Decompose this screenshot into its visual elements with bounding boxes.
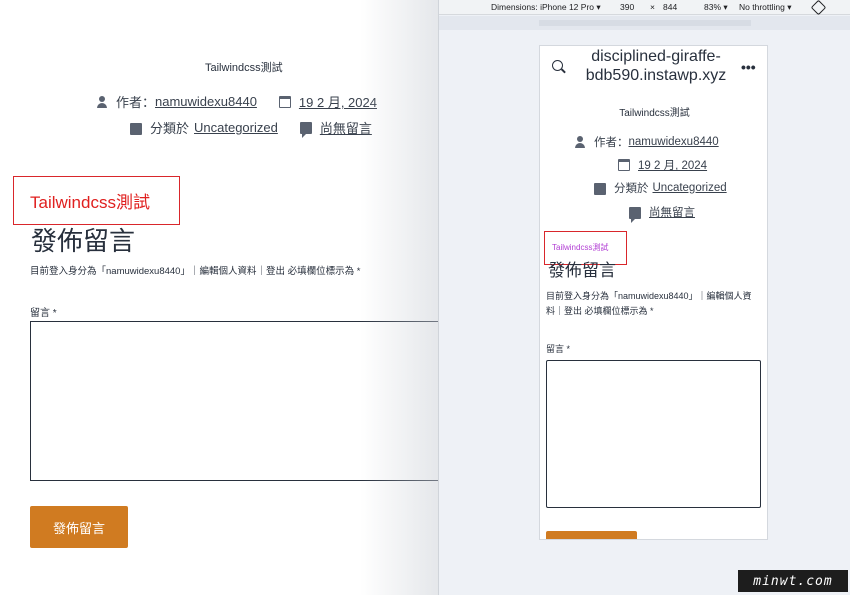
annotation-callout: Tailwindcss測試 — [13, 176, 180, 225]
device-toolbar: Dimensions: iPhone 12 Pro ▾ 390 × 844 83… — [439, 0, 850, 16]
calendar-icon — [278, 95, 291, 108]
media-query-ruler[interactable] — [439, 16, 850, 30]
device-height-input[interactable]: 844 — [663, 2, 677, 12]
mobile-submit-button[interactable] — [546, 531, 637, 539]
annotation-callout-label: Tailwindcss測試 — [552, 243, 609, 252]
mobile-viewport: disciplined-giraffe-bdb590.instawp.xyz •… — [539, 45, 768, 540]
site-title[interactable]: Tailwindcss測試 — [205, 59, 283, 75]
folder-icon — [594, 183, 606, 195]
category-prefix: 分類於 — [614, 183, 649, 195]
mobile-reply-heading: 發佈留言 — [548, 261, 616, 280]
category-link[interactable]: Uncategorized — [194, 120, 278, 135]
comment-icon — [299, 122, 312, 138]
person-icon — [574, 136, 586, 148]
author-link[interactable]: namuwidexu8440 — [629, 136, 719, 148]
mobile-site-title[interactable]: Tailwindcss測試 — [540, 104, 767, 119]
device-select[interactable]: Dimensions: iPhone 12 Pro ▾ — [491, 2, 601, 13]
comment-icon — [629, 206, 641, 223]
person-icon — [96, 95, 108, 108]
panel-shadow — [360, 0, 450, 595]
mobile-post-date: 19 2 月, 2024 — [618, 157, 707, 173]
mobile-post-comments: 尚無留言 — [629, 204, 695, 223]
site-domain-title[interactable]: disciplined-giraffe-bdb590.instawp.xyz — [576, 47, 736, 85]
mobile-post-author: 作者： namuwidexu8440 — [574, 134, 719, 150]
comments-link[interactable]: 尚無留言 — [649, 204, 695, 220]
mobile-logged-in-notice: 目前登入身分為「namuwidexu8440」｜編輯個人資料｜登出 必填欄位標示… — [546, 291, 752, 316]
device-width-input[interactable]: 390 — [620, 2, 634, 12]
post-date-link[interactable]: 19 2 月, 2024 — [638, 157, 707, 173]
mobile-post-category: 分類於 Uncategorized — [594, 180, 727, 196]
screenshot-canvas: Tailwindcss測試 作者： namuwidexu8440 19 2 月,… — [0, 0, 850, 595]
device-toolbar-panel: Dimensions: iPhone 12 Pro ▾ 390 × 844 83… — [438, 0, 850, 595]
post-taxonomy: 分類於 Uncategorized 尚無留言 — [130, 118, 372, 138]
watermark-logo: minwt.com — [738, 570, 848, 592]
reply-heading: 發佈留言 — [31, 226, 136, 256]
author-link[interactable]: namuwidexu8440 — [155, 94, 257, 109]
logged-in-notice: 目前登入身分為「namuwidexu8440」｜編輯個人資料｜登出 必填欄位標示… — [30, 266, 361, 277]
more-menu-icon[interactable]: ••• — [741, 60, 756, 74]
search-icon[interactable] — [552, 60, 563, 71]
category-link[interactable]: Uncategorized — [653, 182, 727, 194]
comment-field-label: 留言 * — [30, 308, 57, 319]
calendar-icon — [618, 159, 630, 171]
dimension-separator: × — [650, 2, 655, 12]
throttling-select[interactable]: No throttling ▾ — [739, 2, 791, 13]
rotate-icon[interactable] — [810, 0, 827, 16]
submit-comment-button[interactable]: 發佈留言 — [30, 506, 128, 548]
mobile-comment-label: 留言 * — [546, 344, 571, 354]
author-prefix: 作者： — [116, 95, 156, 110]
zoom-select[interactable]: 83% ▾ — [704, 2, 728, 13]
post-author: 作者： namuwidexu8440 19 2 月, 2024 — [96, 92, 377, 111]
author-prefix: 作者： — [594, 137, 629, 149]
folder-icon — [130, 122, 142, 135]
category-prefix: 分類於 — [150, 121, 190, 136]
mobile-comment-textarea[interactable] — [546, 360, 761, 508]
